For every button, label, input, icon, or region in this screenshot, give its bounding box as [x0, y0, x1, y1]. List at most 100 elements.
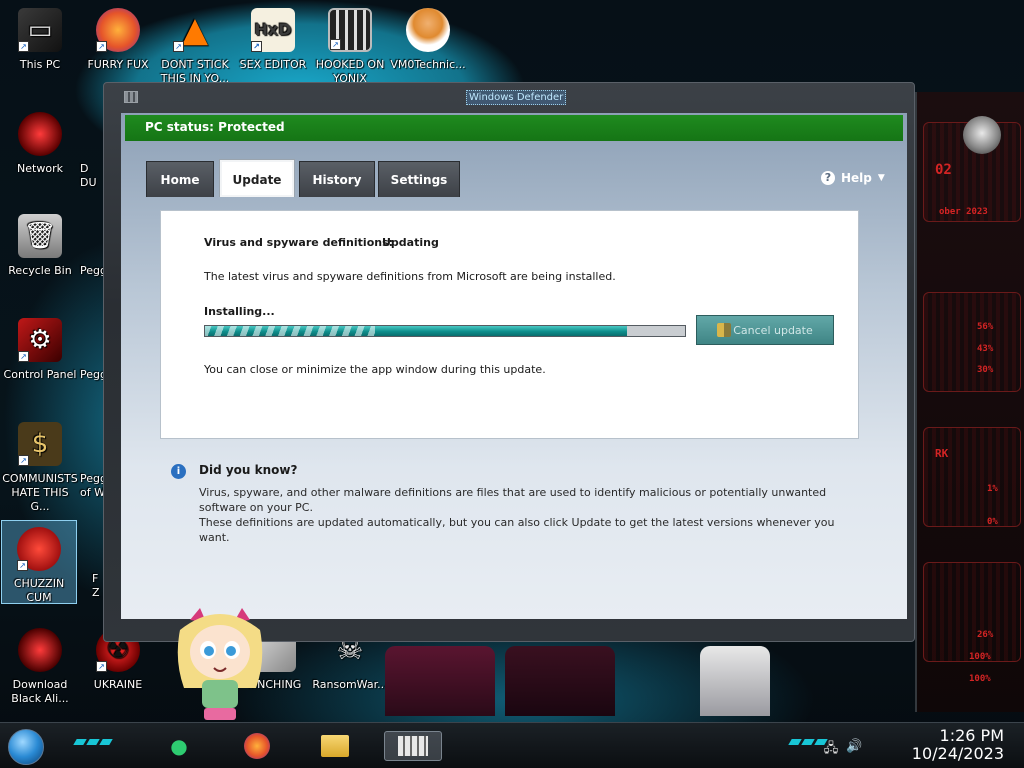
desktop-icon-vm0technic[interactable]: VM0Technic...	[390, 8, 466, 72]
desktop-icon-label: This PC	[19, 58, 61, 71]
gadget-readout: ober 2023	[939, 207, 988, 217]
window-client-area: PC status: Protected Home Update History…	[121, 113, 907, 619]
window-title: Windows Defender	[466, 90, 567, 105]
desktop-icon-communists[interactable]: $ ↗ COMMUNISTS HATE THIS G...	[2, 422, 78, 514]
gadget-readout: 1%	[987, 484, 998, 494]
volume-icon[interactable]: 🔊	[846, 739, 862, 761]
gadget-segment	[923, 427, 1021, 527]
gadget-readout: 43%	[977, 344, 994, 354]
desktop-icon-label: Control Panel	[3, 368, 77, 381]
chuzzle-icon: ↗	[17, 527, 61, 571]
close-hint: You can close or minimize the app window…	[204, 363, 546, 376]
gadget-readout: RK	[935, 447, 949, 460]
gadget-readout: 100%	[969, 674, 991, 684]
gadget-segment	[923, 562, 1021, 662]
desktop-icon-chuzzin[interactable]: ↗ CHUZZIN CUM	[1, 520, 77, 604]
money-bag-icon: $ ↗	[18, 422, 62, 466]
clock-date[interactable]: 10/24/2023	[912, 745, 1004, 763]
pc-status-bar: PC status: Protected	[125, 115, 903, 141]
update-progress-bar	[204, 325, 686, 337]
cancel-update-button[interactable]: Cancel update	[696, 315, 834, 345]
did-you-know-body: Virus, spyware, and other malware defini…	[199, 485, 859, 545]
cancel-update-label: Cancel update	[733, 323, 813, 337]
computer-icon: ▭ ↗	[18, 8, 62, 52]
desktop-icon-network[interactable]: Network	[2, 112, 78, 176]
installing-label: Installing...	[204, 305, 275, 318]
tab-update[interactable]: Update	[219, 159, 295, 197]
desktop-icon-label: Recycle Bin	[8, 264, 72, 277]
desktop-icon-this-pc[interactable]: ▭ ↗ This PC	[2, 8, 78, 72]
tab-settings[interactable]: Settings	[378, 161, 460, 197]
gadget-segment	[923, 292, 1021, 392]
taskbar-decoration	[788, 739, 828, 749]
wallpaper-figure	[385, 646, 495, 716]
star-butterfly-sticker	[177, 608, 263, 720]
did-you-know-heading: Did you know?	[199, 463, 298, 477]
desktop-icon-label: SEX EDITOR	[239, 58, 307, 71]
orb-icon	[18, 628, 62, 672]
window-titlebar[interactable]: Windows Defender	[104, 83, 914, 113]
update-description: The latest virus and spyware definitions…	[204, 270, 616, 283]
maze-game-icon: ↗	[328, 8, 372, 52]
help-menu[interactable]: ? Help ▼	[821, 171, 885, 185]
gadget-readout: 100%	[969, 652, 991, 662]
desktop-icon-label: UKRAINE	[93, 678, 143, 691]
start-button[interactable]	[8, 729, 44, 765]
update-panel: Virus and spyware definitions: Updating …	[160, 210, 859, 439]
desktop-icon-download-black-ali[interactable]: Download Black Ali...	[2, 628, 78, 706]
tab-history[interactable]: History	[299, 161, 375, 197]
did-you-know-line: Virus, spyware, and other malware defini…	[199, 486, 827, 514]
hxd-editor-icon: HxD ↗	[251, 8, 295, 52]
desktop-icon-dont-stick[interactable]: ▲ ↗ DONT STICK THIS IN YO...	[157, 8, 233, 86]
windows-defender-icon[interactable]	[384, 731, 442, 761]
desktop-icon-label: FURRY FUX	[87, 58, 149, 71]
progress-stripes	[205, 326, 375, 336]
desktop-icon-label: CHUZZIN CUM	[13, 577, 65, 604]
desktop-icon-label: COMMUNISTS HATE THIS G...	[2, 472, 78, 513]
doctor-avatar-icon	[406, 8, 450, 52]
desktop-icon-recycle-bin[interactable]: 🗑 Recycle Bin	[2, 214, 78, 278]
wallpaper-figure	[505, 646, 615, 716]
progress-fill	[205, 326, 628, 336]
notes-app-icon[interactable]: ●	[162, 731, 196, 761]
definitions-label: Virus and spyware definitions:	[204, 236, 394, 249]
desktop-icon-sex-editor[interactable]: HxD ↗ SEX EDITOR	[235, 8, 311, 72]
control-panel-icon: ⚙ ↗	[18, 318, 62, 362]
recycle-bin-icon: 🗑	[18, 214, 62, 258]
uac-shield-icon	[717, 323, 732, 337]
desktop-icon-label: RansomWar...	[312, 678, 388, 691]
firefox-icon: ↗	[96, 8, 140, 52]
chevron-down-icon: ▼	[877, 173, 885, 183]
file-explorer-icon[interactable]	[318, 731, 352, 761]
help-label: Help	[841, 171, 872, 185]
defender-window-icon	[124, 91, 138, 103]
desktop-icon-control-panel[interactable]: ⚙ ↗ Control Panel	[2, 318, 78, 382]
firefox-icon[interactable]	[240, 731, 274, 761]
definitions-status: Updating	[382, 236, 439, 249]
alien-gadget-panel: 02 ober 2023 56% 43% 30% RK 1% 0% 26% 10…	[915, 92, 1024, 712]
info-icon: i	[171, 464, 186, 479]
network-orb-icon	[18, 112, 62, 156]
did-you-know-line: These definitions are updated automatica…	[199, 516, 835, 544]
system-tray: 🖧 🔊 1:26 PM 10/24/2023	[824, 727, 1004, 763]
tray-icons: 🖧 🔊	[824, 739, 863, 761]
desktop-icon-label: Download Black Ali...	[11, 678, 69, 705]
gadget-readout: 02	[935, 162, 952, 178]
desktop-icon-label: VM0Technic...	[390, 58, 466, 71]
desktop-icon-furry-fux[interactable]: ↗ FURRY FUX	[80, 8, 156, 72]
taskbar: ● 🖧 🔊 1:26 PM 10/24/2023	[0, 722, 1024, 768]
network-icon[interactable]: 🖧	[824, 739, 839, 761]
gadget-readout: 0%	[987, 517, 998, 527]
windows-defender-window[interactable]: Windows Defender PC status: Protected Ho…	[103, 82, 915, 642]
vlc-cone-icon: ▲ ↗	[173, 8, 217, 52]
desktop-icon-label: Network	[17, 162, 63, 175]
pc-status-text: PC status: Protected	[145, 120, 285, 134]
alien-head-icon	[963, 116, 1001, 154]
taskbar-decoration	[73, 739, 113, 749]
desktop-icon-hooked-on-yonix[interactable]: ↗ HOOKED ON YONIX	[312, 8, 388, 86]
tab-home[interactable]: Home	[146, 161, 214, 197]
gadget-readout: 30%	[977, 365, 994, 375]
clock-time[interactable]: 1:26 PM	[912, 727, 1004, 745]
gadget-readout: 26%	[977, 630, 994, 640]
wallpaper-sneaker	[700, 646, 770, 716]
